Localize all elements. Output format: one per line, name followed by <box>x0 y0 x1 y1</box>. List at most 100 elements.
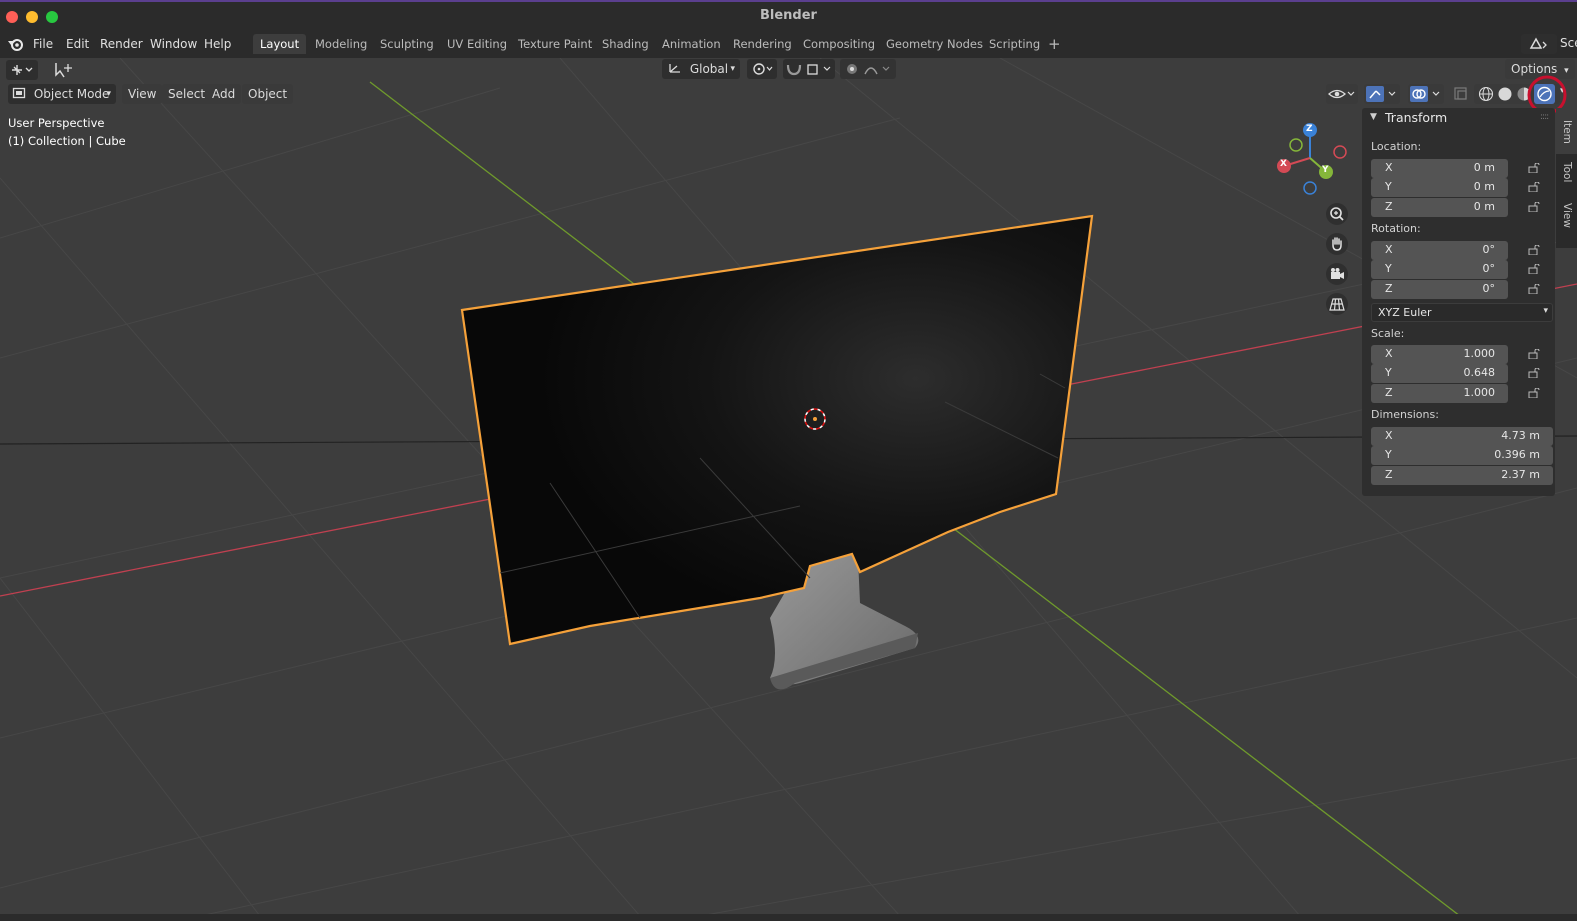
object-mode-icon <box>12 87 26 99</box>
object-visibility-button[interactable] <box>1326 84 1358 104</box>
tab-geometry-nodes[interactable]: Geometry Nodes <box>879 34 990 54</box>
dimensions-z-field[interactable]: Z 2.37 m <box>1371 466 1553 485</box>
scale-label: Scale: <box>1371 327 1405 340</box>
tab-animation[interactable]: Animation <box>655 34 728 54</box>
orientation-value: Global <box>689 62 729 76</box>
tab-layout[interactable]: Layout <box>253 34 307 54</box>
wireframe-shading-icon[interactable] <box>1478 86 1494 102</box>
rotation-mode-value: XYZ Euler <box>1378 306 1432 319</box>
snap-magnet-icon <box>786 64 831 76</box>
chevron-down-icon: ▾ <box>1543 306 1548 316</box>
panel-collapse-arrow-icon[interactable]: ▼ <box>1370 112 1377 122</box>
scene-selector-button[interactable] <box>1521 34 1557 54</box>
top-bar: File Edit Render Window Help Layout Mode… <box>0 30 1577 59</box>
lock-rotation-x-icon[interactable] <box>1528 245 1540 255</box>
add-menu-button[interactable]: Add <box>206 84 242 104</box>
transform-orientation-dropdown[interactable]: Global ▾ <box>662 59 740 79</box>
snap-toggle-button[interactable] <box>783 59 835 79</box>
gizmo-y-label: Y <box>1322 165 1329 175</box>
menu-edit[interactable]: Edit <box>66 35 89 53</box>
select-menu-button[interactable]: Select <box>162 84 212 104</box>
tab-modeling[interactable]: Modeling <box>308 34 374 54</box>
drag-handle-icon[interactable]: :::: <box>1540 112 1549 122</box>
title-bar: Blender <box>0 0 1577 30</box>
transform-tool-icon[interactable] <box>52 60 74 80</box>
tab-item-label: Item <box>1561 120 1573 144</box>
rotation-z-field[interactable]: Z 0° <box>1371 280 1508 299</box>
editor-type-icon <box>12 65 33 75</box>
toggle-perspective-grid-icon[interactable] <box>1325 292 1349 316</box>
window-title: Blender <box>760 8 817 23</box>
add-workspace-plus-icon[interactable]: + <box>1048 35 1061 53</box>
lock-scale-y-icon[interactable] <box>1528 368 1540 378</box>
xray-toggle-icon[interactable] <box>1452 86 1470 102</box>
scale-y-field[interactable]: Y 0.648 <box>1371 364 1508 383</box>
view-menu-button[interactable]: View <box>122 84 163 104</box>
pan-view-hand-icon[interactable] <box>1325 232 1349 256</box>
menu-window[interactable]: Window <box>150 35 197 53</box>
gizmos-toggle-button[interactable] <box>1364 84 1400 104</box>
object-menu-button[interactable]: Object <box>242 84 294 104</box>
chevron-down-icon: ▾ <box>106 89 111 99</box>
eye-icon <box>1328 89 1355 99</box>
panel-title[interactable]: Transform <box>1385 110 1447 125</box>
gizmo-icon <box>1366 86 1396 102</box>
lock-location-x-icon[interactable] <box>1528 163 1540 173</box>
lock-rotation-y-icon[interactable] <box>1528 264 1540 274</box>
tab-shading[interactable]: Shading <box>595 34 656 54</box>
dimensions-label: Dimensions: <box>1371 408 1439 421</box>
mode-selector-dropdown[interactable]: Object Mode ▾ <box>8 84 116 104</box>
scale-x-field[interactable]: X 1.000 <box>1371 345 1508 364</box>
tab-scripting[interactable]: Scripting <box>982 34 1047 54</box>
overlays-toggle-button[interactable] <box>1408 84 1444 104</box>
lock-scale-x-icon[interactable] <box>1528 349 1540 359</box>
dimensions-x-field[interactable]: X 4.73 m <box>1371 427 1553 446</box>
gizmo-z-label: Z <box>1306 124 1313 134</box>
mode-value: Object Mode <box>33 87 110 101</box>
location-x-field[interactable]: X0 m <box>1371 159 1508 178</box>
pivot-point-button[interactable] <box>747 59 777 79</box>
blender-logo-icon[interactable] <box>7 36 25 52</box>
3d-viewport[interactable]: Z X Y User Perspective (1) Collection | … <box>0 58 1577 916</box>
scene-icon <box>1529 37 1547 49</box>
location-z-field[interactable]: Z0 m <box>1371 198 1508 217</box>
sidebar-tabs: Item Tool View <box>1556 108 1577 248</box>
solid-shading-icon[interactable] <box>1497 86 1513 102</box>
rotation-mode-dropdown[interactable]: XYZ Euler ▾ <box>1371 303 1553 322</box>
status-bar <box>0 914 1577 921</box>
menu-render[interactable]: Render <box>100 35 143 53</box>
overlays-icon <box>1410 86 1440 102</box>
menu-file[interactable]: File <box>33 35 53 53</box>
tab-uv-editing[interactable]: UV Editing <box>440 34 514 54</box>
monitor-screen-object[interactable] <box>460 214 1094 646</box>
zoom-view-icon[interactable] <box>1325 202 1349 226</box>
lock-location-y-icon[interactable] <box>1528 182 1540 192</box>
scale-z-field[interactable]: Z 1.000 <box>1371 384 1508 403</box>
transform-panel: ▼ Transform :::: Location: X0 m Y0 m Z0 … <box>1362 108 1555 496</box>
location-label: Location: <box>1371 140 1422 153</box>
rotation-x-field[interactable]: X 0° <box>1371 241 1508 260</box>
dimensions-y-field[interactable]: Y 0.396 m <box>1371 446 1553 465</box>
pivot-point-icon <box>753 63 773 75</box>
scene-name: Sce <box>1560 36 1577 50</box>
proportional-editing-button[interactable] <box>840 59 896 79</box>
proportional-editing-icon <box>847 64 890 75</box>
tab-compositing[interactable]: Compositing <box>796 34 882 54</box>
tab-texture-paint[interactable]: Texture Paint <box>511 34 599 54</box>
editor-type-button[interactable] <box>6 60 38 80</box>
lock-location-z-icon[interactable] <box>1528 202 1540 212</box>
lock-scale-z-icon[interactable] <box>1528 388 1540 398</box>
tab-rendering[interactable]: Rendering <box>726 34 799 54</box>
view-perspective-label: User Perspective <box>8 116 105 130</box>
camera-view-icon[interactable] <box>1325 262 1349 286</box>
lock-rotation-z-icon[interactable] <box>1528 284 1540 294</box>
tab-sculpting[interactable]: Sculpting <box>373 34 441 54</box>
tab-tool[interactable]: Tool <box>1561 162 1573 182</box>
chevron-down-icon: ▾ <box>730 64 735 74</box>
menu-help[interactable]: Help <box>204 35 231 53</box>
tab-view[interactable]: View <box>1561 203 1573 228</box>
orientation-axes-icon <box>669 64 680 73</box>
location-y-field[interactable]: Y0 m <box>1371 178 1508 197</box>
rotation-y-field[interactable]: Y 0° <box>1371 260 1508 279</box>
rotation-label: Rotation: <box>1371 222 1421 235</box>
